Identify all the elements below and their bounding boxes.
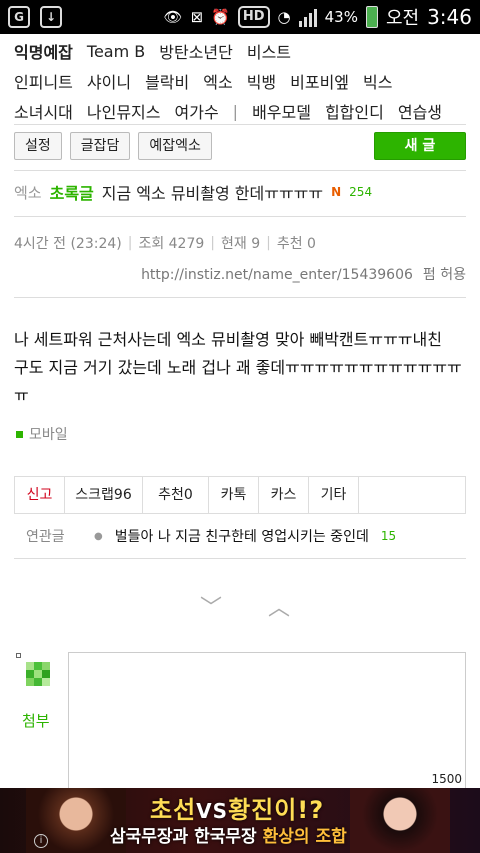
post-body-line: 구도 지금 거기 갔는데 노래 겁나 괘 좋데ㅠㅠㅠㅠㅠㅠㅠㅠㅠㅠㅠㅠㅠ: [14, 358, 462, 405]
divider: [14, 170, 466, 171]
kakaostory-share-button[interactable]: 카스: [259, 477, 309, 513]
checkbox-icon[interactable]: [16, 653, 21, 658]
signal-icon: [298, 7, 317, 27]
ad-title: 초선VS황진이!?: [150, 790, 324, 825]
recommend-button[interactable]: 추천0: [143, 477, 209, 513]
wifi-icon: ◔: [277, 8, 291, 26]
divider: [14, 297, 466, 298]
chevron-up-icon[interactable]: ︿: [268, 590, 290, 622]
post-recommend: 추천 0: [276, 236, 316, 252]
category-row-3: 소녀시대 나인뮤지스 여가수 | 배우모델 힙합인디 연습생: [14, 96, 466, 126]
kakaotalk-share-button[interactable]: 카톡: [209, 477, 259, 513]
post-body-line: 나 세트파워 근처사는데 엑소 뮤비촬영 맞아 빼박캔트ㅠㅠㅠ내친: [14, 330, 442, 349]
category-link[interactable]: 샤이니: [87, 69, 131, 93]
action-button-row: 설정 글잡담 예잡엑소 새 글: [14, 132, 466, 160]
permission-label: 펌 허용: [422, 267, 466, 283]
post-title: 지금 엑소 뮤비촬영 한데ㅠㅠㅠㅠ: [101, 184, 324, 203]
ad-banner[interactable]: 초선VS황진이!? 삼국무장과 한국무장 환상의 조합 i: [0, 788, 480, 853]
ad-title-right: 황진이!?: [228, 796, 325, 824]
category-row-2: 인피니트 샤이니 블락비 엑소 빅뱅 비포비엪 빅스: [14, 66, 466, 96]
device-text: 모바일: [29, 427, 68, 443]
divider: [14, 216, 466, 217]
info-icon[interactable]: i: [34, 834, 48, 848]
char-limit: 1500: [431, 772, 462, 786]
category-link[interactable]: 블락비: [145, 69, 189, 93]
ad-subtitle-b: 환상의 조합: [262, 827, 347, 847]
post-meta: 4시간 전 (23:24) | 조회 4279 | 현재 9 | 추천 0: [14, 235, 316, 252]
related-posts: 연관글 ● 벌들아 나 지금 친구한테 영업시키는 중인데 15: [26, 526, 466, 546]
post-action-tabs: 신고 스크랩96 추천0 카톡 카스 기타: [14, 476, 466, 514]
category-link[interactable]: 나인뮤지스: [87, 99, 161, 123]
ad-subtitle: 삼국무장과 한국무장 환상의 조합: [110, 822, 347, 847]
post-body: 나 세트파워 근처사는데 엑소 뮤비촬영 맞아 빼박캔트ㅠㅠㅠ내친 구도 지금 …: [14, 326, 466, 410]
category-link[interactable]: 배우모델: [252, 99, 311, 123]
new-post-button[interactable]: 새 글: [374, 132, 466, 160]
category-link[interactable]: 여가수: [175, 99, 219, 123]
divider: [14, 124, 466, 125]
new-badge: N: [331, 185, 342, 199]
gossip-board-button[interactable]: 글잡담: [69, 132, 131, 160]
download-icon: ↓: [40, 6, 62, 28]
ad-title-vs: VS: [196, 799, 229, 823]
alarm-icon: ⏰: [211, 8, 230, 26]
attach-button[interactable]: 첨부: [22, 710, 50, 731]
category-link[interactable]: 소녀시대: [14, 99, 73, 123]
divider: [14, 558, 466, 559]
category-link[interactable]: Team B: [87, 42, 145, 61]
category-link[interactable]: 익명예잡: [14, 39, 73, 63]
category-link[interactable]: 인피니트: [14, 69, 73, 93]
category-link[interactable]: 비스트: [247, 39, 291, 63]
status-bar: G ↓ 👁 ⊠ ⏰ HD ◔ 43% 오전 3:46: [0, 0, 480, 34]
report-button[interactable]: 신고: [15, 477, 65, 513]
ad-title-left: 초선: [150, 796, 197, 824]
avatar: [26, 662, 50, 686]
rookie-label: 초록글: [49, 184, 94, 203]
etc-share-button[interactable]: 기타: [309, 477, 359, 513]
exo-gossip-button[interactable]: 예잡엑소: [138, 132, 212, 160]
comment-input[interactable]: [68, 652, 466, 792]
scroll-arrows: ﹀ ︿: [200, 590, 290, 622]
device-label: 모바일: [16, 424, 68, 444]
ampm: 오전: [385, 8, 420, 29]
post-url[interactable]: http://instiz.net/name_enter/15439606: [141, 267, 413, 283]
category-link[interactable]: 힙합인디: [325, 99, 384, 123]
ad-character-right: [350, 788, 450, 853]
category-link[interactable]: 방탄소년단: [159, 39, 233, 63]
post-url-line: http://instiz.net/name_enter/15439606 펌 허…: [14, 264, 466, 284]
category-nav: 익명예잡 Team B 방탄소년단 비스트 인피니트 샤이니 블락비 엑소 빅뱅…: [14, 36, 466, 126]
eye-icon: 👁: [163, 8, 183, 26]
related-label: 연관글: [26, 529, 65, 545]
board-name[interactable]: 엑소: [14, 182, 42, 203]
post-title-line: 엑소 초록글 지금 엑소 뮤비촬영 한데ㅠㅠㅠㅠ N 254: [14, 180, 466, 204]
ad-subtitle-a: 삼국무장과 한국무장: [110, 827, 257, 847]
hd-icon: HD: [237, 6, 270, 28]
chevron-down-icon[interactable]: ﹀: [200, 590, 222, 622]
post-time: 4시간 전 (23:24): [14, 236, 122, 252]
post-current-viewers: 현재 9: [221, 236, 261, 252]
battery-icon: [365, 6, 378, 28]
green-square-icon: [16, 430, 23, 438]
g-app-icon: G: [8, 6, 30, 28]
settings-button[interactable]: 설정: [14, 132, 62, 160]
related-comment-count: 15: [380, 529, 397, 543]
battery-percent: 43%: [324, 8, 358, 26]
category-link[interactable]: 비포비엪: [290, 69, 349, 93]
related-post-link[interactable]: 벌들아 나 지금 친구한테 영업시키는 중인데: [115, 526, 369, 546]
post-views: 조회 4279: [138, 236, 205, 252]
category-link[interactable]: 빅스: [363, 69, 392, 93]
clock: 3:46: [427, 5, 472, 29]
no-signal-icon: ⊠: [190, 8, 204, 26]
category-link[interactable]: 빅뱅: [247, 69, 276, 93]
category-link[interactable]: 연습생: [398, 99, 442, 123]
bullet-icon: ●: [94, 530, 103, 542]
category-link[interactable]: 엑소: [203, 69, 232, 93]
category-separator: |: [232, 101, 239, 121]
scrap-button[interactable]: 스크랩96: [65, 477, 143, 513]
comment-count: 254: [349, 185, 373, 199]
category-row-1: 익명예잡 Team B 방탄소년단 비스트: [14, 36, 466, 66]
